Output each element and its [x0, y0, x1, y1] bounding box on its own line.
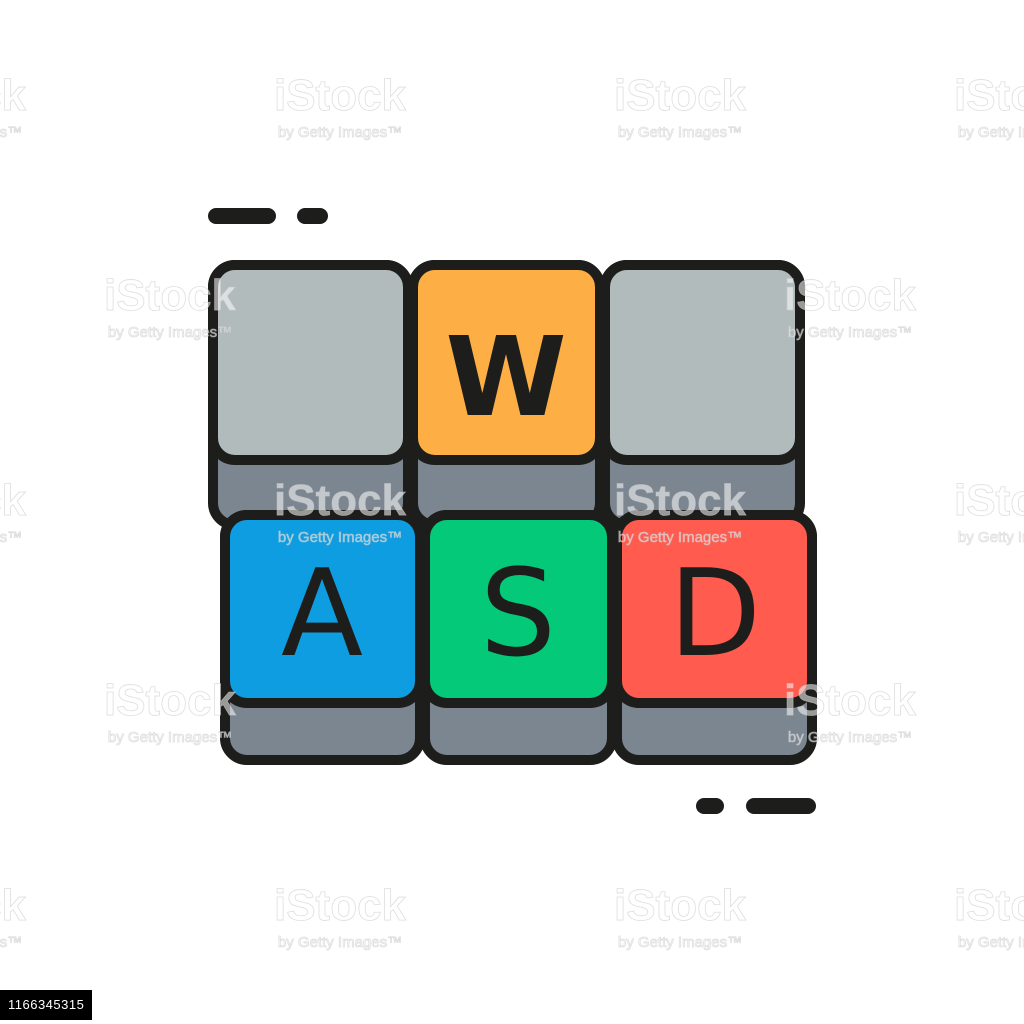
key-d-label: D	[669, 545, 761, 684]
watermark-tile: iStock by Getty Images™	[954, 881, 1024, 952]
watermark-title: iStock	[0, 881, 27, 930]
watermark-tile: iStock by Getty Images™	[784, 271, 917, 342]
watermark-title: iStock	[0, 71, 27, 120]
watermark-subtitle: by Getty Images™	[618, 529, 742, 546]
watermark-tile: iStock by Getty Images™	[0, 476, 27, 547]
watermark-title: iStock	[104, 676, 237, 725]
watermark-title: iStock	[954, 71, 1024, 120]
watermark-tile: iStock by Getty Images™	[104, 676, 237, 747]
watermark-title: iStock	[104, 271, 237, 320]
watermark-title: iStock	[784, 271, 917, 320]
watermark-subtitle: by Getty Images™	[278, 529, 402, 546]
watermark-subtitle: by Getty Images™	[788, 324, 912, 341]
watermark-tile: iStock by Getty Images™	[274, 881, 407, 952]
watermark-tile: iStock by Getty Images™	[274, 71, 407, 142]
watermark-tile: iStock by Getty Images™	[0, 881, 27, 952]
watermark-title: iStock	[954, 476, 1024, 525]
watermark-tile: iStock by Getty Images™	[614, 71, 747, 142]
watermark-title: iStock	[614, 476, 747, 525]
watermark-subtitle: by Getty Images™	[0, 124, 22, 141]
watermark-subtitle: by Getty Images™	[278, 124, 402, 141]
watermark-title: iStock	[784, 676, 917, 725]
watermark-tile: iStock by Getty Images™	[954, 476, 1024, 547]
watermark-subtitle: by Getty Images™	[958, 124, 1024, 141]
watermark-tile: iStock by Getty Images™	[0, 71, 27, 142]
watermark-tile: iStock by Getty Images™	[274, 476, 407, 547]
watermark-subtitle: by Getty Images™	[788, 729, 912, 746]
watermark-title: iStock	[614, 71, 747, 120]
watermark-subtitle: by Getty Images™	[278, 934, 402, 951]
watermark-title: iStock	[274, 71, 407, 120]
watermark-tile: iStock by Getty Images™	[954, 71, 1024, 142]
watermark-tile: iStock by Getty Images™	[614, 476, 747, 547]
key-w-label: W	[445, 313, 566, 441]
image-id-label: 1166345315	[0, 990, 93, 1020]
key-s-label: S	[480, 545, 556, 684]
watermark-subtitle: by Getty Images™	[958, 934, 1024, 951]
watermark-subtitle: by Getty Images™	[958, 529, 1024, 546]
watermark-subtitle: by Getty Images™	[618, 934, 742, 951]
watermark-title: iStock	[614, 881, 747, 930]
watermark-title: iStock	[954, 881, 1024, 930]
key-a-label: A	[281, 545, 363, 684]
watermark-subtitle: by Getty Images™	[0, 934, 22, 951]
wasd-keys-illustration: W A S D iStock by Getty Images™ iStock by G…	[0, 71, 1024, 952]
watermark-title: iStock	[274, 476, 407, 525]
watermark-tile: iStock by Getty Images™	[784, 676, 917, 747]
watermark-title: iStock	[0, 476, 27, 525]
watermark-subtitle: by Getty Images™	[618, 124, 742, 141]
watermark-subtitle: by Getty Images™	[108, 729, 232, 746]
watermark-tile: iStock by Getty Images™	[104, 271, 237, 342]
watermark-subtitle: by Getty Images™	[108, 324, 232, 341]
watermark-tile: iStock by Getty Images™	[614, 881, 747, 952]
watermark-title: iStock	[274, 881, 407, 930]
watermark-subtitle: by Getty Images™	[0, 529, 22, 546]
